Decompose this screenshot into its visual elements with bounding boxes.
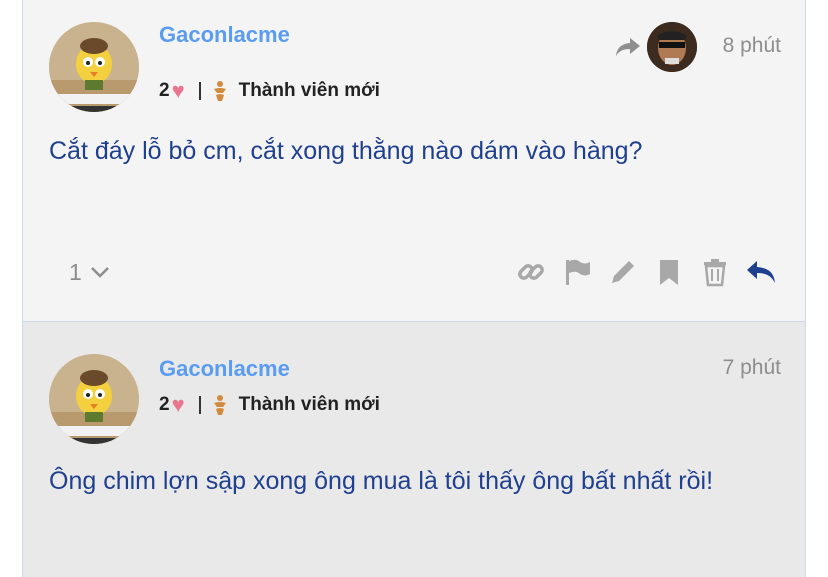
- heart-icon: ♥: [171, 392, 185, 417]
- flag-icon[interactable]: [561, 256, 593, 288]
- user-rank: Thành viên mới: [238, 80, 380, 101]
- reply-icon[interactable]: [745, 256, 777, 288]
- post-content: Cắt đáy lỗ bỏ cm, cắt xong thằng nào dám…: [49, 137, 643, 165]
- trash-icon[interactable]: [699, 256, 731, 288]
- username[interactable]: Gaconlacme: [159, 22, 290, 48]
- user-avatar[interactable]: [49, 354, 139, 444]
- divider: [198, 396, 201, 414]
- post-content: Ông chim lợn sập xong ông mua là tôi thấ…: [49, 467, 714, 495]
- bookmark-icon[interactable]: [653, 256, 685, 288]
- replies-toggle[interactable]: 1: [69, 259, 110, 286]
- like-count: 2: [159, 394, 170, 415]
- chevron-down-icon: [90, 265, 110, 279]
- link-icon[interactable]: [515, 256, 547, 288]
- reply-to-avatar[interactable]: [647, 22, 697, 72]
- post-2: Gaconlacme 2 ♥ Thành viên mới 7 phút Ông…: [22, 322, 806, 577]
- post-time[interactable]: 8 phút: [723, 34, 781, 58]
- share-arrow-icon: [615, 36, 641, 58]
- heart-icon: ♥: [171, 78, 185, 103]
- divider: [198, 82, 201, 100]
- rank-icon: [211, 394, 229, 416]
- rank-icon: [211, 80, 229, 102]
- user-avatar[interactable]: [49, 22, 139, 112]
- post-time[interactable]: 7 phút: [723, 356, 781, 380]
- user-meta: 2 ♥ Thành viên mới: [159, 80, 380, 102]
- reply-count: 1: [69, 258, 82, 285]
- like-count: 2: [159, 80, 170, 101]
- reply-to[interactable]: [615, 22, 697, 72]
- user-rank: Thành viên mới: [238, 394, 380, 415]
- pencil-icon[interactable]: [607, 256, 639, 288]
- post-actions: [515, 256, 777, 288]
- username[interactable]: Gaconlacme: [159, 356, 290, 382]
- post-1: Gaconlacme 2 ♥ Thành viên mới 8 phút Cắt…: [22, 0, 806, 322]
- user-meta: 2 ♥ Thành viên mới: [159, 394, 380, 416]
- post-footer: 1: [49, 250, 777, 294]
